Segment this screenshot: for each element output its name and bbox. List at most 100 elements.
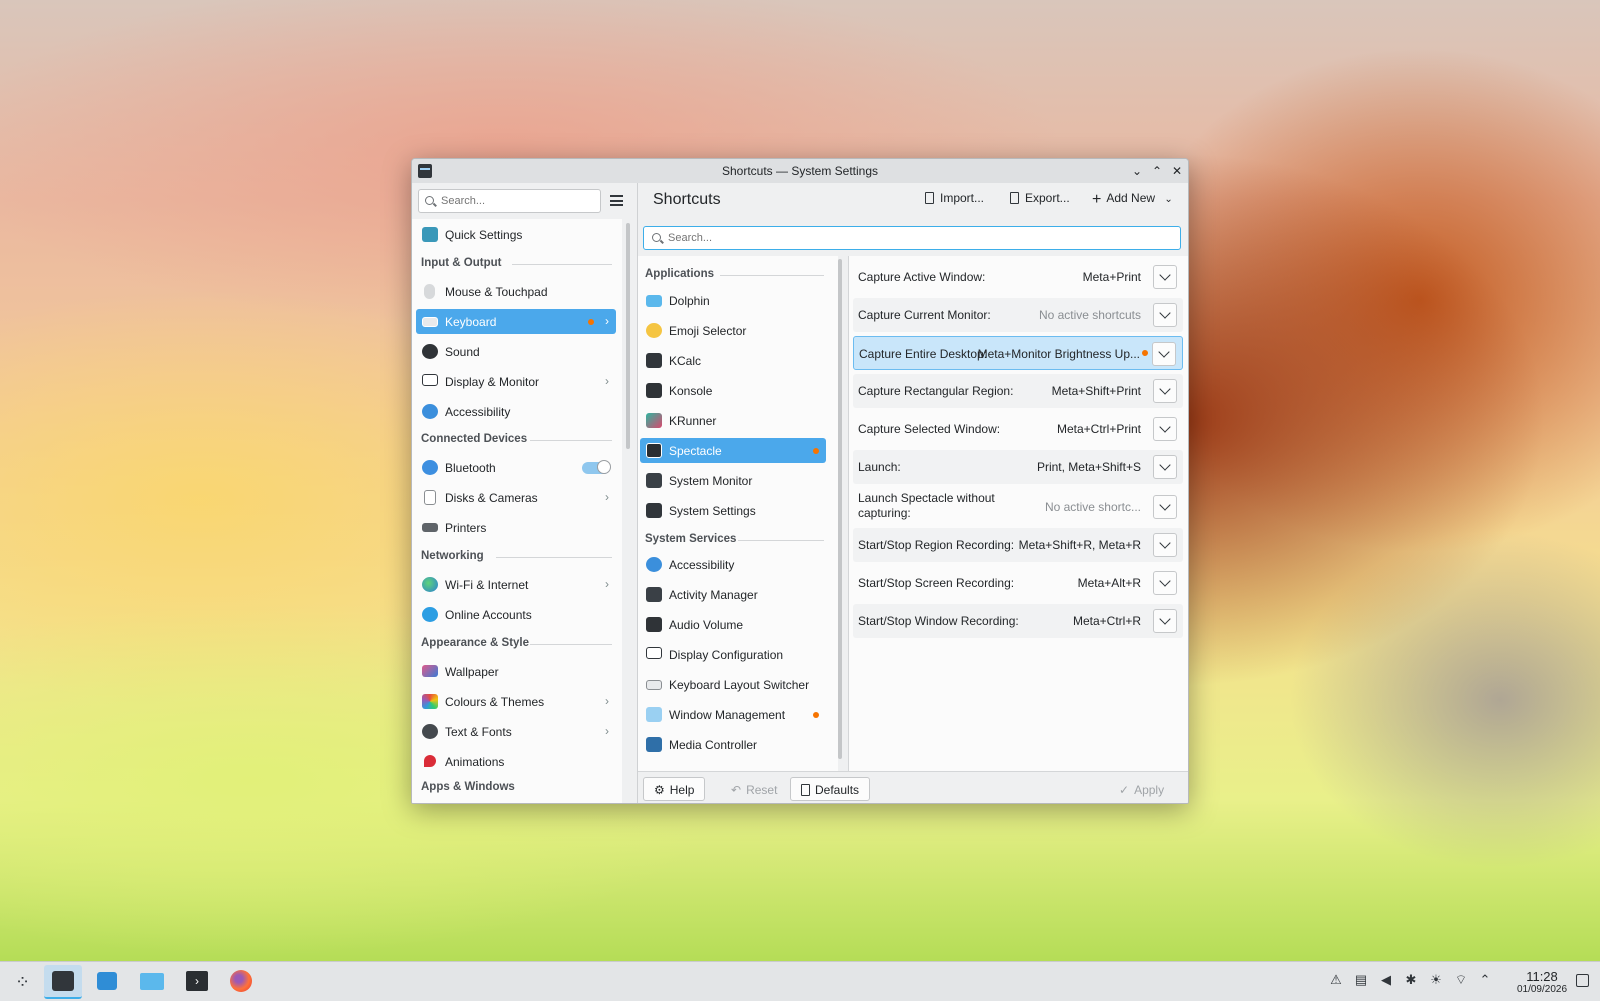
- sidebar-item-accessibility[interactable]: Accessibility: [416, 399, 616, 424]
- sidebar-item-sound[interactable]: Sound: [416, 339, 616, 364]
- expand-shortcut-button[interactable]: [1153, 417, 1177, 441]
- shortcut-row[interactable]: Capture Current Monitor: No active short…: [853, 298, 1183, 332]
- shortcut-row[interactable]: Start/Stop Screen Recording: Meta+Alt+R: [853, 566, 1183, 600]
- application-launcher[interactable]: ⁘: [4, 965, 42, 999]
- maximize-button[interactable]: ⌃: [1148, 162, 1166, 180]
- sidebar-item-mouse-touchpad[interactable]: Mouse & Touchpad: [416, 279, 616, 304]
- component-item-kcalc[interactable]: KCalc: [640, 348, 826, 373]
- component-list[interactable]: Applications Dolphin Emoji Selector KCal…: [638, 256, 838, 771]
- sidebar-search[interactable]: [418, 189, 601, 213]
- volume-icon[interactable]: ◀: [1379, 973, 1393, 987]
- shortcut-row[interactable]: Launch: Print, Meta+Shift+S: [853, 450, 1183, 484]
- shortcut-row[interactable]: Launch Spectacle without capturing: No a…: [853, 488, 1183, 526]
- hamburger-menu-icon[interactable]: [610, 195, 623, 206]
- clipboard-icon[interactable]: ▤: [1354, 973, 1368, 987]
- sidebar: Quick Settings Input & Output Mouse & To…: [412, 183, 638, 803]
- notifications-icon[interactable]: ⚠: [1329, 973, 1343, 987]
- component-item-keyboard-layout-switcher[interactable]: Keyboard Layout Switcher: [640, 672, 826, 697]
- close-button[interactable]: ✕: [1168, 162, 1186, 180]
- section-networking: Networking: [421, 550, 484, 562]
- search-icon: [652, 233, 661, 242]
- show-hidden-icons-chevron-icon[interactable]: ⌃: [1478, 973, 1492, 987]
- footer-bar: ⚙ Help ↶ Reset Defaults ✓ Apply: [638, 771, 1188, 803]
- terminal-icon: [646, 383, 662, 398]
- discover-icon: [97, 972, 117, 990]
- sidebar-item-text-fonts[interactable]: Text & Fonts ›: [416, 719, 616, 744]
- component-item-accessibility[interactable]: Accessibility: [640, 552, 826, 577]
- expand-shortcut-button[interactable]: [1153, 495, 1177, 519]
- sidebar-item-disks-cameras[interactable]: Disks & Cameras ›: [416, 485, 616, 510]
- expand-shortcut-button[interactable]: [1153, 379, 1177, 403]
- expand-shortcut-button[interactable]: [1153, 533, 1177, 557]
- taskbar-discover[interactable]: [88, 965, 126, 999]
- shortcuts-search-input[interactable]: [666, 231, 1170, 245]
- chevron-right-icon: ›: [605, 577, 609, 591]
- sidebar-item-keyboard[interactable]: Keyboard ›: [416, 309, 616, 334]
- taskbar-firefox[interactable]: [222, 965, 260, 999]
- component-item-system-settings[interactable]: System Settings: [640, 498, 826, 523]
- title-bar[interactable]: Shortcuts — System Settings ⌄ ⌃ ✕: [412, 159, 1188, 183]
- component-item-audio-volume[interactable]: Audio Volume: [640, 612, 826, 637]
- help-button[interactable]: ⚙ Help: [643, 777, 706, 801]
- sidebar-item-display-monitor[interactable]: Display & Monitor ›: [416, 369, 616, 394]
- component-item-media-controller[interactable]: Media Controller: [640, 732, 826, 757]
- component-item-display-configuration[interactable]: Display Configuration: [640, 642, 826, 667]
- defaults-button[interactable]: Defaults: [790, 777, 871, 801]
- minimize-button[interactable]: ⌄: [1128, 162, 1146, 180]
- show-desktop-icon[interactable]: [1576, 974, 1589, 987]
- expand-shortcut-button[interactable]: [1153, 571, 1177, 595]
- shortcuts-search[interactable]: [643, 226, 1181, 250]
- sidebar-item-quick-settings[interactable]: Quick Settings: [416, 222, 616, 247]
- component-item-window-management[interactable]: Window Management: [640, 702, 826, 727]
- bluetooth-toggle[interactable]: [582, 460, 611, 474]
- add-new-button[interactable]: + Add New ⌄: [1092, 191, 1173, 209]
- import-button[interactable]: Import...: [925, 191, 984, 205]
- component-item-spectacle[interactable]: Spectacle: [640, 438, 826, 463]
- sidebar-item-online-accounts[interactable]: Online Accounts: [416, 602, 616, 627]
- taskbar-system-settings[interactable]: [44, 965, 82, 999]
- component-item-konsole[interactable]: Konsole: [640, 378, 826, 403]
- component-item-system-monitor[interactable]: System Monitor: [640, 468, 826, 493]
- component-item-krunner[interactable]: KRunner: [640, 408, 826, 433]
- shortcut-row[interactable]: Capture Active Window: Meta+Print: [853, 260, 1183, 294]
- sidebar-search-input[interactable]: [439, 194, 598, 208]
- export-button[interactable]: Export...: [1010, 191, 1070, 205]
- taskbar-dolphin[interactable]: [133, 965, 171, 999]
- accessibility-icon: [422, 404, 438, 419]
- bluetooth-tray-icon[interactable]: ✱: [1404, 973, 1418, 987]
- sidebar-item-wifi-internet[interactable]: Wi-Fi & Internet ›: [416, 572, 616, 597]
- chevron-right-icon: ›: [605, 694, 609, 708]
- section-connected-devices: Connected Devices: [421, 433, 528, 445]
- sidebar-scrollbar[interactable]: [626, 223, 630, 449]
- sidebar-item-colours-themes[interactable]: Colours & Themes ›: [416, 689, 616, 714]
- shortcut-row[interactable]: Capture Rectangular Region: Meta+Shift+P…: [853, 374, 1183, 408]
- shortcut-row[interactable]: Start/Stop Region Recording: Meta+Shift+…: [853, 528, 1183, 562]
- expand-shortcut-button[interactable]: [1153, 609, 1177, 633]
- apply-button[interactable]: ✓ Apply: [1108, 777, 1175, 801]
- clock-time[interactable]: 11:28: [1512, 969, 1572, 984]
- brightness-icon[interactable]: ☀: [1429, 973, 1443, 987]
- expand-shortcut-button[interactable]: [1153, 265, 1177, 289]
- component-item-emoji-selector[interactable]: Emoji Selector: [640, 318, 826, 343]
- component-list-scrollbar[interactable]: [838, 259, 842, 759]
- component-item-dolphin[interactable]: Dolphin: [640, 288, 826, 313]
- shortcut-row-selected[interactable]: Capture Entire Desktop: Meta+Monitor Bri…: [853, 336, 1183, 370]
- expand-shortcut-button[interactable]: [1153, 303, 1177, 327]
- sidebar-item-printers[interactable]: Printers: [416, 515, 616, 540]
- animations-icon: [424, 755, 436, 767]
- chevron-right-icon: ›: [605, 314, 609, 328]
- component-item-activity-manager[interactable]: Activity Manager: [640, 582, 826, 607]
- taskbar-konsole[interactable]: ›: [178, 965, 216, 999]
- expand-shortcut-button[interactable]: [1153, 455, 1177, 479]
- reset-button[interactable]: ↶ Reset: [720, 777, 788, 801]
- shortcut-row[interactable]: Capture Selected Window: Meta+Ctrl+Print: [853, 412, 1183, 446]
- sidebar-category-list[interactable]: Quick Settings Input & Output Mouse & To…: [412, 219, 622, 803]
- sidebar-item-wallpaper[interactable]: Wallpaper: [416, 659, 616, 684]
- expand-shortcut-button[interactable]: [1152, 342, 1176, 366]
- shortcut-row[interactable]: Start/Stop Window Recording: Meta+Ctrl+R: [853, 604, 1183, 638]
- wifi-icon[interactable]: ⌔: [1454, 973, 1468, 987]
- sidebar-item-animations[interactable]: Animations: [416, 749, 616, 774]
- clock-date[interactable]: 01/09/2026: [1502, 984, 1582, 995]
- sidebar-item-bluetooth[interactable]: Bluetooth: [416, 455, 616, 480]
- printer-icon: [422, 523, 438, 532]
